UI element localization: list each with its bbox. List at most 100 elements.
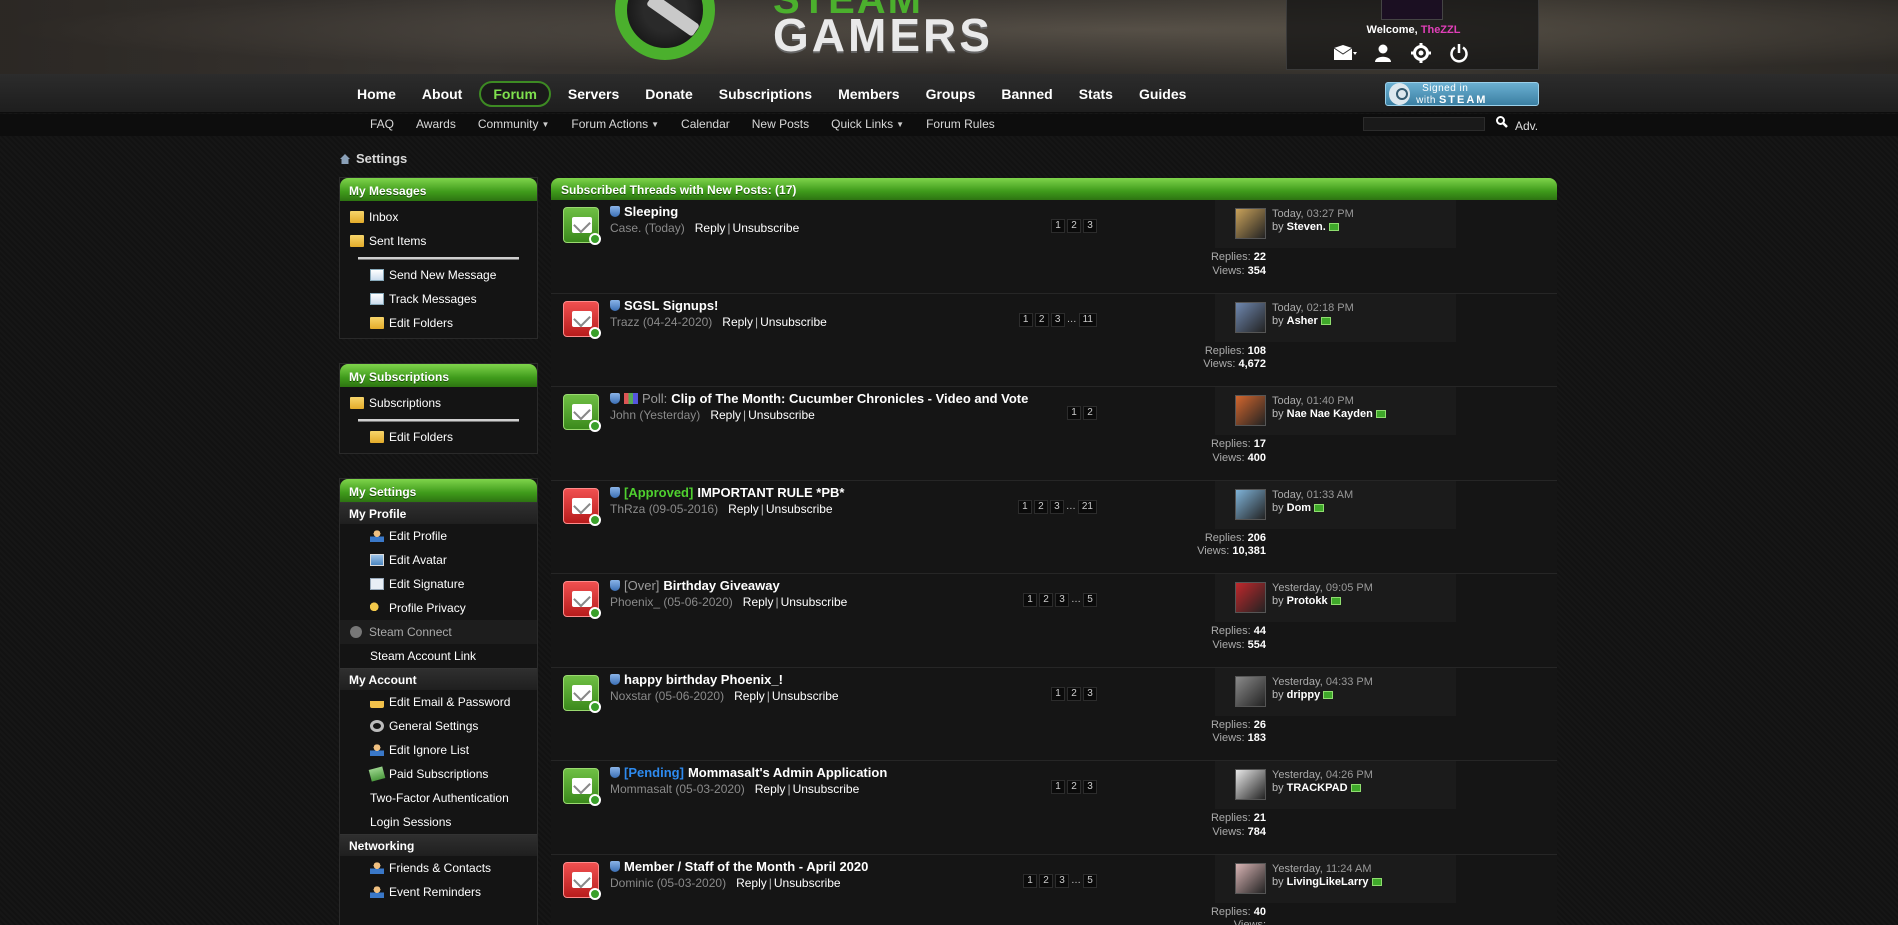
last-poster-name[interactable]: Dom bbox=[1287, 502, 1311, 514]
nav-stats[interactable]: Stats bbox=[1066, 81, 1126, 107]
sidebar-item-edit-avatar[interactable]: Edit Avatar bbox=[340, 548, 537, 572]
thread-title-link[interactable]: Sleeping bbox=[624, 204, 678, 219]
page-link[interactable]: 1 bbox=[1023, 873, 1037, 888]
reply-link[interactable]: Reply bbox=[722, 315, 753, 329]
messages-icon[interactable] bbox=[1333, 42, 1357, 64]
page-link[interactable]: 2 bbox=[1039, 873, 1053, 888]
page-link[interactable]: 5 bbox=[1083, 873, 1097, 888]
go-to-post-icon[interactable] bbox=[1323, 690, 1334, 699]
nav-guides[interactable]: Guides bbox=[1126, 81, 1199, 107]
unsubscribe-link[interactable]: Unsubscribe bbox=[733, 221, 800, 235]
subnav-quick-links[interactable]: Quick Links ▼ bbox=[820, 117, 915, 131]
last-poster-name[interactable]: drippy bbox=[1287, 689, 1321, 701]
subnav-awards[interactable]: Awards bbox=[405, 117, 467, 131]
thread-author[interactable]: John bbox=[610, 408, 636, 422]
username-link[interactable]: TheZZL bbox=[1421, 24, 1461, 36]
subnav-faq[interactable]: FAQ bbox=[359, 117, 405, 131]
thread-author[interactable]: Noxstar bbox=[610, 689, 651, 703]
home-icon[interactable] bbox=[339, 153, 351, 165]
nav-servers[interactable]: Servers bbox=[555, 81, 632, 107]
thread-title-link[interactable]: Mommasalt's Admin Application bbox=[688, 765, 887, 780]
page-link[interactable]: 21 bbox=[1077, 499, 1097, 514]
reply-link[interactable]: Reply bbox=[728, 502, 759, 516]
thread-author[interactable]: Phoenix_ bbox=[610, 595, 660, 609]
last-poster-name[interactable]: Steven. bbox=[1287, 221, 1326, 233]
reply-link[interactable]: Reply bbox=[736, 876, 767, 890]
page-link[interactable]: 1 bbox=[1018, 312, 1033, 327]
go-to-post-icon[interactable] bbox=[1350, 784, 1361, 792]
page-link[interactable]: 2 bbox=[1067, 686, 1081, 701]
page-link[interactable]: 1 bbox=[1017, 499, 1032, 514]
go-to-post-icon[interactable] bbox=[1375, 410, 1386, 418]
last-poster-name[interactable]: TRACKPAD bbox=[1287, 782, 1348, 794]
profile-icon[interactable] bbox=[1371, 42, 1395, 64]
reply-link[interactable]: Reply bbox=[743, 595, 774, 609]
nav-home[interactable]: Home bbox=[344, 81, 409, 107]
nav-members[interactable]: Members bbox=[825, 81, 912, 107]
go-to-post-icon[interactable] bbox=[1371, 877, 1382, 886]
thread-title-link[interactable]: Birthday Giveaway bbox=[663, 578, 779, 593]
unsubscribe-link[interactable]: Unsubscribe bbox=[781, 595, 848, 609]
sidebar-item-login-sessions[interactable]: Login Sessions bbox=[340, 810, 537, 834]
page-link[interactable]: 1 bbox=[1051, 780, 1065, 794]
sidebar-item-two-factor[interactable]: Two-Factor Authentication bbox=[340, 786, 537, 810]
nav-groups[interactable]: Groups bbox=[913, 81, 989, 107]
page-link[interactable]: 1 bbox=[1067, 406, 1081, 420]
page-link[interactable]: 3 bbox=[1083, 219, 1097, 233]
page-link[interactable]: 2 bbox=[1033, 499, 1048, 514]
sidebar-item-event-reminders[interactable]: Event Reminders bbox=[340, 880, 537, 904]
sidebar-item-sent-items[interactable]: Sent Items bbox=[340, 229, 537, 253]
subnav-calendar[interactable]: Calendar bbox=[670, 117, 741, 131]
site-logo[interactable]: STEAM GAMERS bbox=[615, 0, 1035, 61]
steam-signin-button[interactable]: Signed in with STEAM bbox=[1385, 82, 1539, 106]
thread-author[interactable]: Case. bbox=[610, 221, 641, 235]
advanced-search-link[interactable]: Adv. bbox=[1515, 119, 1538, 133]
subnav-forum-rules[interactable]: Forum Rules bbox=[915, 117, 1006, 131]
thread-title-link[interactable]: Clip of The Month: Cucumber Chronicles -… bbox=[671, 391, 1028, 406]
page-link[interactable]: 1 bbox=[1051, 686, 1065, 701]
last-poster-avatar[interactable] bbox=[1235, 582, 1266, 613]
thread-author[interactable]: Dominic bbox=[610, 876, 653, 890]
logout-power-icon[interactable] bbox=[1447, 42, 1471, 64]
unsubscribe-link[interactable]: Unsubscribe bbox=[766, 502, 833, 516]
thread-title-link[interactable]: IMPORTANT RULE *PB* bbox=[697, 485, 844, 500]
sidebar-item-track-messages[interactable]: Track Messages bbox=[340, 287, 537, 311]
page-link[interactable]: 3 bbox=[1050, 312, 1065, 327]
page-link[interactable]: 3 bbox=[1055, 873, 1069, 888]
sidebar-item-edit-folders[interactable]: Edit Folders bbox=[340, 311, 537, 335]
sidebar-item-paid-subscriptions[interactable]: Paid Subscriptions bbox=[340, 762, 537, 786]
sidebar-item-profile-privacy[interactable]: Profile Privacy bbox=[340, 596, 537, 620]
last-poster-avatar[interactable] bbox=[1235, 862, 1266, 894]
reply-link[interactable]: Reply bbox=[734, 689, 765, 703]
sidebar-item-subscriptions[interactable]: Subscriptions bbox=[340, 391, 537, 415]
thread-title-link[interactable]: Member / Staff of the Month - April 2020 bbox=[624, 859, 868, 874]
sidebar-item-send-new-message[interactable]: Send New Message bbox=[340, 263, 537, 287]
go-to-post-icon[interactable] bbox=[1320, 316, 1331, 325]
unsubscribe-link[interactable]: Unsubscribe bbox=[793, 782, 860, 796]
nav-subscriptions[interactable]: Subscriptions bbox=[706, 81, 825, 107]
page-link[interactable]: 3 bbox=[1083, 686, 1097, 701]
go-to-post-icon[interactable] bbox=[1328, 223, 1339, 231]
user-avatar[interactable] bbox=[1381, 0, 1443, 20]
sidebar-item-edit-profile[interactable]: Edit Profile bbox=[340, 524, 537, 548]
thread-status-icon[interactable] bbox=[563, 581, 601, 619]
last-poster-avatar[interactable] bbox=[1235, 488, 1266, 520]
reply-link[interactable]: Reply bbox=[755, 782, 786, 796]
page-link[interactable]: 3 bbox=[1055, 593, 1069, 607]
last-poster-name[interactable]: LivingLikeLarry bbox=[1287, 876, 1369, 888]
unsubscribe-link[interactable]: Unsubscribe bbox=[760, 315, 827, 329]
sidebar-item-edit-email[interactable]: Edit Email & Password bbox=[340, 690, 537, 714]
page-link[interactable]: 1 bbox=[1051, 219, 1065, 233]
thread-author[interactable]: ThRza bbox=[610, 502, 645, 516]
thread-title-link[interactable]: SGSL Signups! bbox=[624, 298, 718, 313]
last-poster-name[interactable]: Asher bbox=[1287, 315, 1318, 327]
reply-link[interactable]: Reply bbox=[695, 221, 726, 235]
search-icon[interactable] bbox=[1496, 116, 1508, 131]
thread-status-icon[interactable] bbox=[563, 394, 601, 432]
unsubscribe-link[interactable]: Unsubscribe bbox=[748, 408, 815, 422]
thread-status-icon[interactable] bbox=[563, 487, 601, 526]
nav-banned[interactable]: Banned bbox=[988, 81, 1065, 107]
last-poster-avatar[interactable] bbox=[1235, 395, 1266, 426]
subnav-forum-actions[interactable]: Forum Actions ▼ bbox=[560, 117, 670, 131]
page-link[interactable]: 5 bbox=[1083, 593, 1097, 607]
